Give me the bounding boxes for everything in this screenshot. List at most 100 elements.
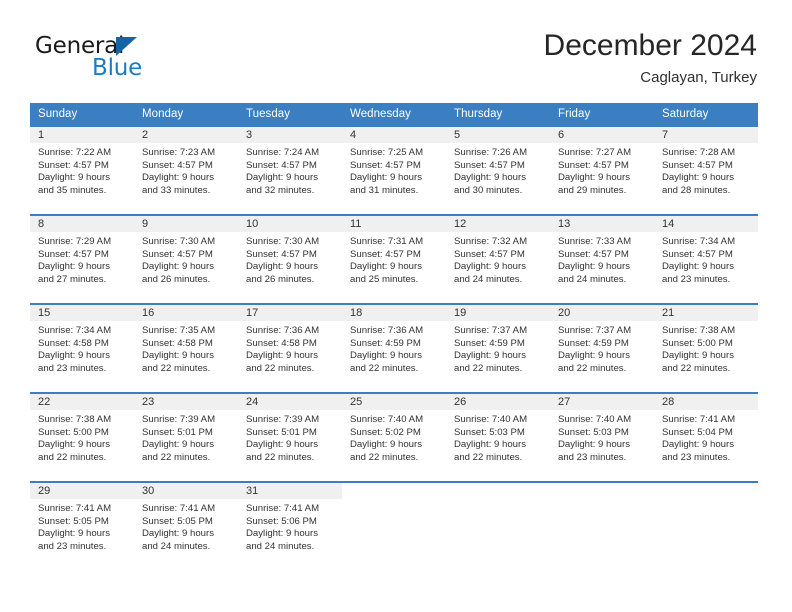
day-details: Sunrise: 7:41 AM Sunset: 5:04 PM Dayligh… <box>654 410 758 464</box>
daylight-text-line1: Daylight: 9 hours <box>558 350 630 362</box>
daylight-text-line2: and 22 minutes. <box>350 451 419 463</box>
day-number-band <box>446 483 550 499</box>
day-details: Sunrise: 7:30 AM Sunset: 4:57 PM Dayligh… <box>238 232 342 286</box>
day-number: 18 <box>350 307 363 319</box>
sunrise-text: Sunrise: 7:40 AM <box>454 414 528 425</box>
day-cell[interactable]: 26 Sunrise: 7:40 AM Sunset: 5:03 PM Dayl… <box>446 392 550 482</box>
sunrise-text: Sunrise: 7:30 AM <box>246 236 320 247</box>
day-cell[interactable]: 27 Sunrise: 7:40 AM Sunset: 5:03 PM Dayl… <box>550 392 654 482</box>
daylight-text-line2: and 32 minutes. <box>246 184 315 196</box>
sunset-text: Sunset: 4:57 PM <box>662 248 733 260</box>
day-number: 11 <box>350 218 362 230</box>
day-cell[interactable]: 25 Sunrise: 7:40 AM Sunset: 5:02 PM Dayl… <box>342 392 446 482</box>
day-cell[interactable]: 4 Sunrise: 7:25 AM Sunset: 4:57 PM Dayli… <box>342 125 446 215</box>
daylight-text-line1: Daylight: 9 hours <box>662 439 734 451</box>
day-cell[interactable]: 1 Sunrise: 7:22 AM Sunset: 4:57 PM Dayli… <box>30 125 134 215</box>
day-cell[interactable]: 19 Sunrise: 7:37 AM Sunset: 4:59 PM Dayl… <box>446 303 550 393</box>
sunset-text: Sunset: 4:57 PM <box>558 159 629 171</box>
day-number-band <box>342 483 446 499</box>
sunset-text: Sunset: 4:57 PM <box>142 159 213 171</box>
daylight-text-line1: Daylight: 9 hours <box>246 528 318 540</box>
page-header: General Blue December 2024 Caglayan, Tur… <box>0 0 792 100</box>
daylight-text-line2: and 26 minutes. <box>142 273 211 285</box>
day-cell[interactable]: 20 Sunrise: 7:37 AM Sunset: 4:59 PM Dayl… <box>550 303 654 393</box>
day-cell[interactable]: 28 Sunrise: 7:41 AM Sunset: 5:04 PM Dayl… <box>654 392 758 482</box>
day-cell[interactable]: 8 Sunrise: 7:29 AM Sunset: 4:57 PM Dayli… <box>30 214 134 304</box>
day-cell[interactable]: 13 Sunrise: 7:33 AM Sunset: 4:57 PM Dayl… <box>550 214 654 304</box>
sunrise-text: Sunrise: 7:38 AM <box>662 325 736 336</box>
day-cell[interactable]: 11 Sunrise: 7:31 AM Sunset: 4:57 PM Dayl… <box>342 214 446 304</box>
day-number: 3 <box>246 129 253 141</box>
day-number-band: 4 <box>342 127 446 143</box>
day-details: Sunrise: 7:24 AM Sunset: 4:57 PM Dayligh… <box>238 143 342 197</box>
day-cell[interactable]: 21 Sunrise: 7:38 AM Sunset: 5:00 PM Dayl… <box>654 303 758 393</box>
day-details: Sunrise: 7:41 AM Sunset: 5:06 PM Dayligh… <box>238 499 342 553</box>
day-cell[interactable]: 7 Sunrise: 7:28 AM Sunset: 4:57 PM Dayli… <box>654 125 758 215</box>
daylight-text-line2: and 23 minutes. <box>38 362 107 374</box>
day-cell-empty <box>654 481 758 570</box>
daylight-text-line1: Daylight: 9 hours <box>38 528 110 540</box>
day-details: Sunrise: 7:22 AM Sunset: 4:57 PM Dayligh… <box>30 143 134 197</box>
day-cell[interactable]: 22 Sunrise: 7:38 AM Sunset: 5:00 PM Dayl… <box>30 392 134 482</box>
day-number-band: 8 <box>30 216 134 232</box>
daylight-text-line1: Daylight: 9 hours <box>558 439 630 451</box>
day-number-band: 31 <box>238 483 342 499</box>
day-cell[interactable]: 23 Sunrise: 7:39 AM Sunset: 5:01 PM Dayl… <box>134 392 238 482</box>
day-cell[interactable]: 16 Sunrise: 7:35 AM Sunset: 4:58 PM Dayl… <box>134 303 238 393</box>
day-cell[interactable]: 2 Sunrise: 7:23 AM Sunset: 4:57 PM Dayli… <box>134 125 238 215</box>
day-number-band: 1 <box>30 127 134 143</box>
day-details: Sunrise: 7:38 AM Sunset: 5:00 PM Dayligh… <box>30 410 134 464</box>
day-cell[interactable]: 31 Sunrise: 7:41 AM Sunset: 5:06 PM Dayl… <box>238 481 342 570</box>
day-number: 23 <box>142 396 155 408</box>
day-cell[interactable]: 29 Sunrise: 7:41 AM Sunset: 5:05 PM Dayl… <box>30 481 134 570</box>
day-details: Sunrise: 7:40 AM Sunset: 5:03 PM Dayligh… <box>550 410 654 464</box>
day-details: Sunrise: 7:31 AM Sunset: 4:57 PM Dayligh… <box>342 232 446 286</box>
day-cell[interactable]: 10 Sunrise: 7:30 AM Sunset: 4:57 PM Dayl… <box>238 214 342 304</box>
day-number-band: 18 <box>342 305 446 321</box>
day-cell[interactable]: 17 Sunrise: 7:36 AM Sunset: 4:58 PM Dayl… <box>238 303 342 393</box>
day-details: Sunrise: 7:32 AM Sunset: 4:57 PM Dayligh… <box>446 232 550 286</box>
day-cell[interactable]: 5 Sunrise: 7:26 AM Sunset: 4:57 PM Dayli… <box>446 125 550 215</box>
day-cell[interactable]: 18 Sunrise: 7:36 AM Sunset: 4:59 PM Dayl… <box>342 303 446 393</box>
sunset-text: Sunset: 5:05 PM <box>142 515 213 527</box>
daylight-text-line2: and 22 minutes. <box>142 362 211 374</box>
daylight-text-line2: and 29 minutes. <box>558 184 627 196</box>
daylight-text-line1: Daylight: 9 hours <box>38 172 110 184</box>
weekday-header-thursday: Thursday <box>446 103 550 126</box>
sunrise-text: Sunrise: 7:40 AM <box>350 414 424 425</box>
daylight-text-line1: Daylight: 9 hours <box>662 172 734 184</box>
day-cell[interactable]: 15 Sunrise: 7:34 AM Sunset: 4:58 PM Dayl… <box>30 303 134 393</box>
day-number-band: 5 <box>446 127 550 143</box>
calendar-body: 1 Sunrise: 7:22 AM Sunset: 4:57 PM Dayli… <box>30 125 758 570</box>
day-number: 25 <box>350 396 363 408</box>
day-cell[interactable]: 14 Sunrise: 7:34 AM Sunset: 4:57 PM Dayl… <box>654 214 758 304</box>
day-details: Sunrise: 7:41 AM Sunset: 5:05 PM Dayligh… <box>134 499 238 553</box>
calendar-week-row: 15 Sunrise: 7:34 AM Sunset: 4:58 PM Dayl… <box>30 303 758 393</box>
sunset-text: Sunset: 4:57 PM <box>38 248 109 260</box>
day-number-band <box>654 483 758 499</box>
day-number-band <box>550 483 654 499</box>
calendar-table: Sunday Monday Tuesday Wednesday Thursday… <box>30 103 758 570</box>
day-cell[interactable]: 30 Sunrise: 7:41 AM Sunset: 5:05 PM Dayl… <box>134 481 238 570</box>
day-details: Sunrise: 7:38 AM Sunset: 5:00 PM Dayligh… <box>654 321 758 375</box>
day-cell[interactable]: 24 Sunrise: 7:39 AM Sunset: 5:01 PM Dayl… <box>238 392 342 482</box>
calendar-grid: Sunday Monday Tuesday Wednesday Thursday… <box>30 103 758 570</box>
day-number: 24 <box>246 396 259 408</box>
daylight-text-line2: and 25 minutes. <box>350 273 419 285</box>
sunset-text: Sunset: 5:03 PM <box>558 426 629 438</box>
day-cell[interactable]: 9 Sunrise: 7:30 AM Sunset: 4:57 PM Dayli… <box>134 214 238 304</box>
daylight-text-line1: Daylight: 9 hours <box>142 528 214 540</box>
daylight-text-line2: and 22 minutes. <box>38 451 107 463</box>
day-cell[interactable]: 3 Sunrise: 7:24 AM Sunset: 4:57 PM Dayli… <box>238 125 342 215</box>
day-details: Sunrise: 7:30 AM Sunset: 4:57 PM Dayligh… <box>134 232 238 286</box>
day-number-band: 27 <box>550 394 654 410</box>
day-number-band: 22 <box>30 394 134 410</box>
sunset-text: Sunset: 4:57 PM <box>350 159 421 171</box>
sunrise-text: Sunrise: 7:23 AM <box>142 147 216 158</box>
day-cell[interactable]: 12 Sunrise: 7:32 AM Sunset: 4:57 PM Dayl… <box>446 214 550 304</box>
sunrise-text: Sunrise: 7:41 AM <box>246 503 320 514</box>
day-cell[interactable]: 6 Sunrise: 7:27 AM Sunset: 4:57 PM Dayli… <box>550 125 654 215</box>
logo-triangle-icon <box>116 37 137 56</box>
day-details: Sunrise: 7:34 AM Sunset: 4:57 PM Dayligh… <box>654 232 758 286</box>
weekday-header-saturday: Saturday <box>654 103 758 126</box>
